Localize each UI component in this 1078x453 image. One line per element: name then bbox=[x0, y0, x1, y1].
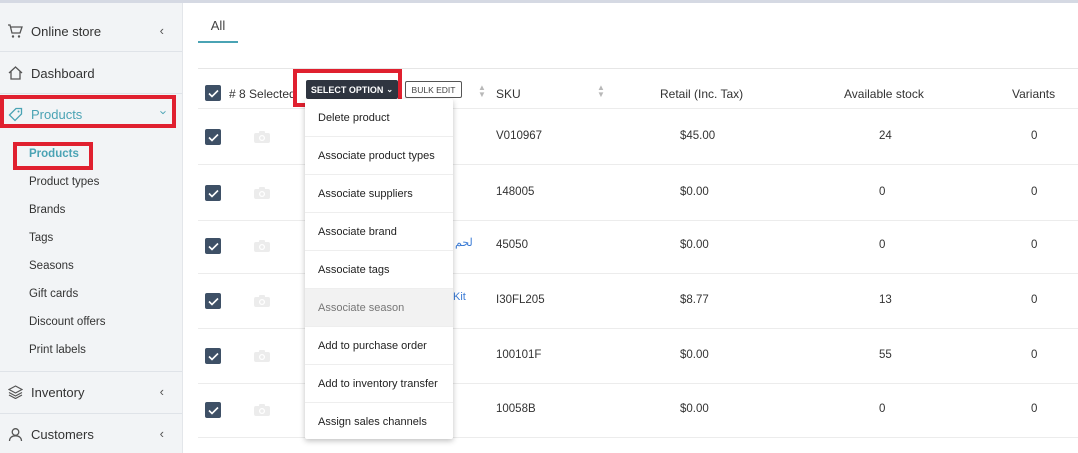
nav-inventory-label: Inventory bbox=[31, 384, 85, 400]
sub-product-types[interactable]: Product types bbox=[29, 176, 99, 188]
nav-products[interactable]: Products ‹ bbox=[0, 95, 182, 133]
sub-brands[interactable]: Brands bbox=[29, 204, 65, 216]
cell-sku: I30FL205 bbox=[496, 294, 545, 306]
dropdown-item[interactable]: Add to inventory transfer bbox=[305, 365, 453, 403]
camera-icon bbox=[253, 130, 271, 144]
sub-tags[interactable]: Tags bbox=[29, 232, 53, 244]
sub-discount-offers[interactable]: Discount offers bbox=[29, 316, 106, 328]
sort-icon[interactable]: ▲ ▼ bbox=[478, 84, 486, 99]
dropdown-item[interactable]: Add to purchase order bbox=[305, 327, 453, 365]
cell-retail: $0.00 bbox=[680, 349, 709, 361]
select-option-label: SELECT OPTION bbox=[310, 84, 384, 95]
chevron-left-icon: ‹ bbox=[159, 23, 164, 38]
dropdown-item[interactable]: Delete product bbox=[305, 99, 453, 137]
row-checkbox[interactable] bbox=[205, 185, 221, 201]
divider bbox=[0, 51, 182, 52]
product-name-partial[interactable]: Kit bbox=[453, 291, 466, 303]
sub-gift-cards[interactable]: Gift cards bbox=[29, 288, 78, 300]
header-variants[interactable]: Variants bbox=[1012, 87, 1055, 101]
cell-available-stock: 13 bbox=[879, 294, 892, 306]
cell-available-stock: 0 bbox=[879, 186, 886, 198]
select-option-button[interactable]: SELECT OPTION ⌄ bbox=[306, 80, 398, 99]
camera-icon bbox=[253, 294, 271, 308]
tab-divider bbox=[198, 68, 1078, 69]
cart-icon bbox=[6, 22, 24, 40]
product-name-partial[interactable]: لحم bbox=[455, 236, 473, 249]
chevron-down-icon: ‹ bbox=[154, 110, 170, 115]
cell-available-stock: 24 bbox=[879, 130, 892, 142]
divider bbox=[0, 371, 182, 372]
nav-inventory[interactable]: Inventory ‹ bbox=[0, 373, 182, 411]
user-icon bbox=[6, 425, 24, 443]
camera-icon bbox=[253, 349, 271, 363]
row-checkbox[interactable] bbox=[205, 129, 221, 145]
camera-icon bbox=[253, 403, 271, 417]
layers-icon bbox=[6, 383, 24, 401]
dropdown-item[interactable]: Associate suppliers bbox=[305, 175, 453, 213]
header-available-stock[interactable]: Available stock bbox=[844, 87, 924, 101]
cell-retail: $8.77 bbox=[680, 294, 709, 306]
cell-variants: 0 bbox=[1031, 294, 1038, 306]
camera-icon bbox=[253, 239, 271, 253]
nav-online-store-label: Online store bbox=[31, 23, 102, 39]
chevron-left-icon: ‹ bbox=[159, 426, 164, 441]
cell-sku: V010967 bbox=[496, 130, 543, 142]
cell-variants: 0 bbox=[1031, 239, 1038, 251]
cell-variants: 0 bbox=[1031, 403, 1038, 415]
divider bbox=[0, 413, 182, 414]
dropdown-item[interactable]: Associate product types bbox=[305, 137, 453, 175]
sidebar: Online store ‹ Dashboard Products ‹ Prod… bbox=[0, 3, 183, 453]
cell-available-stock: 55 bbox=[879, 349, 892, 361]
cell-sku: 100101F bbox=[496, 349, 542, 361]
dropdown-item[interactable]: Associate brand bbox=[305, 213, 453, 251]
cell-sku: 148005 bbox=[496, 186, 535, 198]
row-checkbox[interactable] bbox=[205, 348, 221, 364]
select-option-dropdown: Delete product Associate product types Ass… bbox=[305, 99, 453, 439]
header-sku[interactable]: SKU bbox=[496, 87, 521, 101]
nav-products-label: Products bbox=[31, 106, 83, 122]
tag-icon bbox=[6, 105, 24, 123]
cell-variants: 0 bbox=[1031, 349, 1038, 361]
cell-sku: 10058B bbox=[496, 403, 536, 415]
nav-customers-label: Customers bbox=[31, 426, 94, 442]
bulk-edit-button[interactable]: BULK EDIT bbox=[405, 81, 462, 98]
header-retail[interactable]: Retail (Inc. Tax) bbox=[660, 87, 743, 101]
dropdown-item[interactable]: Associate season bbox=[305, 289, 453, 327]
cell-retail: $0.00 bbox=[680, 239, 709, 251]
cell-retail: $0.00 bbox=[680, 403, 709, 415]
cell-variants: 0 bbox=[1031, 186, 1038, 198]
dropdown-item[interactable]: Associate tags bbox=[305, 251, 453, 289]
cell-available-stock: 0 bbox=[879, 239, 886, 251]
sub-products[interactable]: Products bbox=[29, 148, 79, 160]
nav-dashboard-label: Dashboard bbox=[31, 65, 95, 81]
nav-customers[interactable]: Customers ‹ bbox=[0, 415, 182, 453]
chevron-down-icon: ⌄ bbox=[386, 85, 394, 94]
home-icon bbox=[6, 64, 24, 82]
divider bbox=[0, 93, 182, 94]
selected-count: # 8 Selected bbox=[229, 87, 296, 101]
camera-icon bbox=[253, 186, 271, 200]
sort-icon[interactable]: ▲ ▼ bbox=[597, 84, 605, 99]
cell-sku: 45050 bbox=[496, 239, 528, 251]
cell-retail: $0.00 bbox=[680, 186, 709, 198]
row-checkbox[interactable] bbox=[205, 293, 221, 309]
nav-online-store[interactable]: Online store ‹ bbox=[0, 12, 182, 50]
row-checkbox[interactable] bbox=[205, 238, 221, 254]
select-all-checkbox[interactable] bbox=[205, 85, 221, 101]
row-checkbox[interactable] bbox=[205, 402, 221, 418]
cell-variants: 0 bbox=[1031, 130, 1038, 142]
dropdown-item[interactable]: Assign sales channels bbox=[305, 403, 453, 441]
nav-dashboard[interactable]: Dashboard bbox=[0, 54, 182, 92]
chevron-left-icon: ‹ bbox=[159, 384, 164, 399]
cell-available-stock: 0 bbox=[879, 403, 886, 415]
cell-retail: $45.00 bbox=[680, 130, 716, 142]
sub-seasons[interactable]: Seasons bbox=[29, 260, 74, 272]
tab-all[interactable]: All bbox=[198, 13, 238, 43]
sub-print-labels[interactable]: Print labels bbox=[29, 344, 86, 356]
